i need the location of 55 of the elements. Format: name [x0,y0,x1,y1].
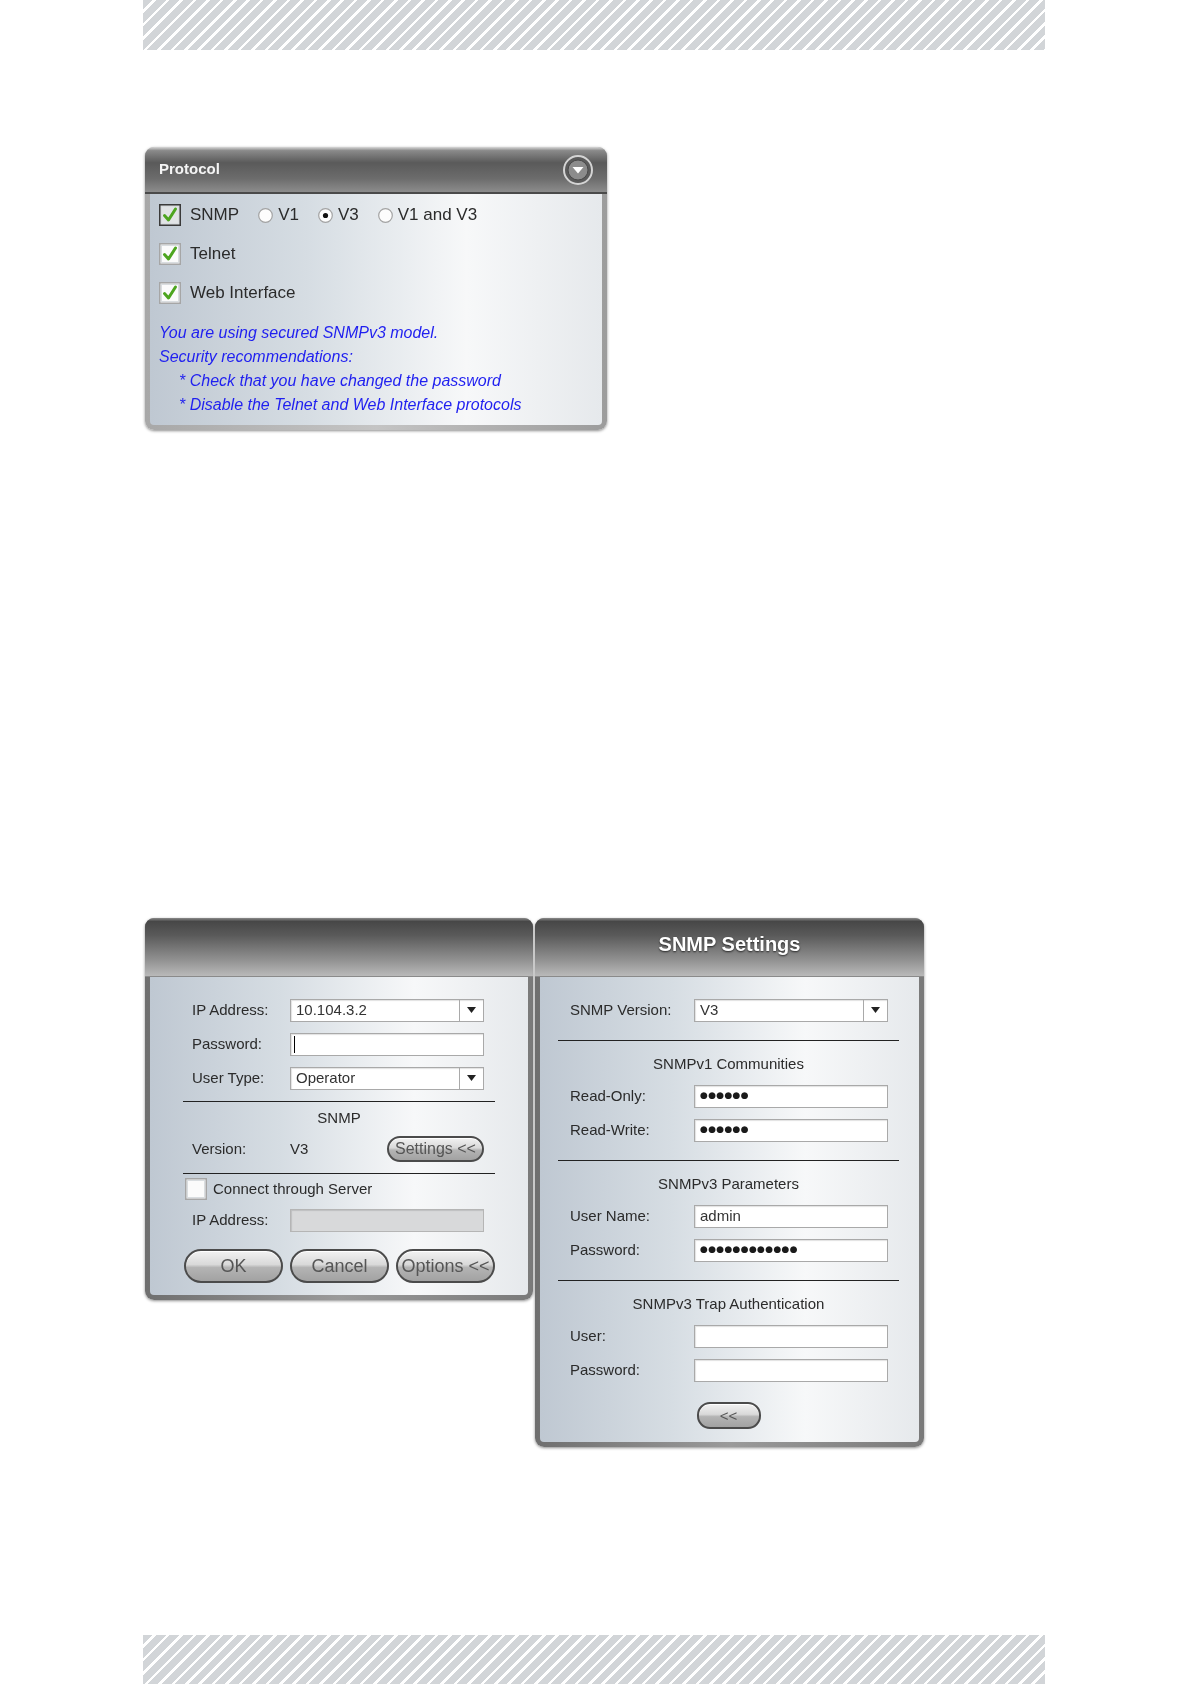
checkbox-label: Web Interface [190,282,296,305]
section-heading: SNMPv3 Parameters [657,1175,800,1193]
section-heading: SNMPv3 Trap Authentication [631,1295,826,1313]
field-label: SNMP Version: [570,999,673,1020]
dialog-button[interactable]: Cancel [290,1249,389,1283]
combo-box[interactable]: V3 [694,998,888,1022]
radio-button[interactable] [258,207,274,223]
down-arrow-circle-icon[interactable] [563,154,593,185]
text-field[interactable]: ●●●●●●●●●●●● [694,1238,888,1262]
field-label: Password: [192,1033,264,1054]
collapse-button[interactable]: << [696,1402,761,1429]
field-label: Read-Write: [570,1119,651,1140]
checkbox[interactable] [159,243,181,265]
panel-title: Protocol [158,159,220,180]
section-heading: SNMP [316,1109,362,1127]
radio-label: V1 and V3 [397,204,478,227]
field-label: User: [570,1325,607,1346]
version-value: V3 [290,1138,309,1159]
text-field[interactable] [694,1324,888,1348]
info-heading: Security recommendations: [159,347,354,367]
checkbox[interactable] [159,204,181,226]
panel-title: SNMP Settings [658,932,801,957]
field-label: User Type: [192,1067,266,1088]
checkbox-label: Telnet [190,243,236,266]
combo-box[interactable]: 10.104.3.2 [290,998,484,1022]
recommendation-text: * Disable the Telnet and Web Interface protocols [178,395,523,415]
combo-box[interactable]: Operator [290,1066,484,1090]
section-heading: SNMPv1 Communities [652,1055,805,1073]
field-label: IP Address: [192,1209,270,1230]
dialog-button[interactable]: OK [184,1249,283,1283]
field-label: IP Address: [192,999,270,1020]
dialog-button[interactable]: Options << [396,1249,495,1283]
dropdown-arrow-icon[interactable] [467,1007,476,1013]
radio-button[interactable] [377,207,393,223]
radio-button[interactable] [317,207,333,223]
field-label: Read-Only: [570,1085,647,1106]
field-label: Password: [570,1239,642,1260]
dropdown-arrow-icon[interactable] [871,1007,880,1013]
settings-button[interactable]: Settings << [387,1136,484,1162]
field-label: Version: [192,1138,248,1159]
text-field[interactable]: ●●●●●● [694,1118,888,1142]
text-field[interactable]: ●●●●●● [694,1084,888,1108]
field-label: User Name: [570,1205,652,1226]
recommendation-text: * Check that you have changed the password [178,371,503,391]
field-label: Password: [570,1359,642,1380]
text-field[interactable] [694,1358,888,1382]
text-field[interactable]: admin [694,1204,888,1228]
radio-label: V1 [278,204,299,227]
checkbox-label: SNMP [190,204,240,227]
dropdown-arrow-icon[interactable] [467,1075,476,1081]
checkbox[interactable] [159,282,181,304]
text-field[interactable] [290,1032,484,1056]
checkbox-label: Connect through Server [213,1178,373,1199]
info-message: You are using secured SNMPv3 model. [159,323,440,343]
radio-label: V3 [337,204,359,227]
